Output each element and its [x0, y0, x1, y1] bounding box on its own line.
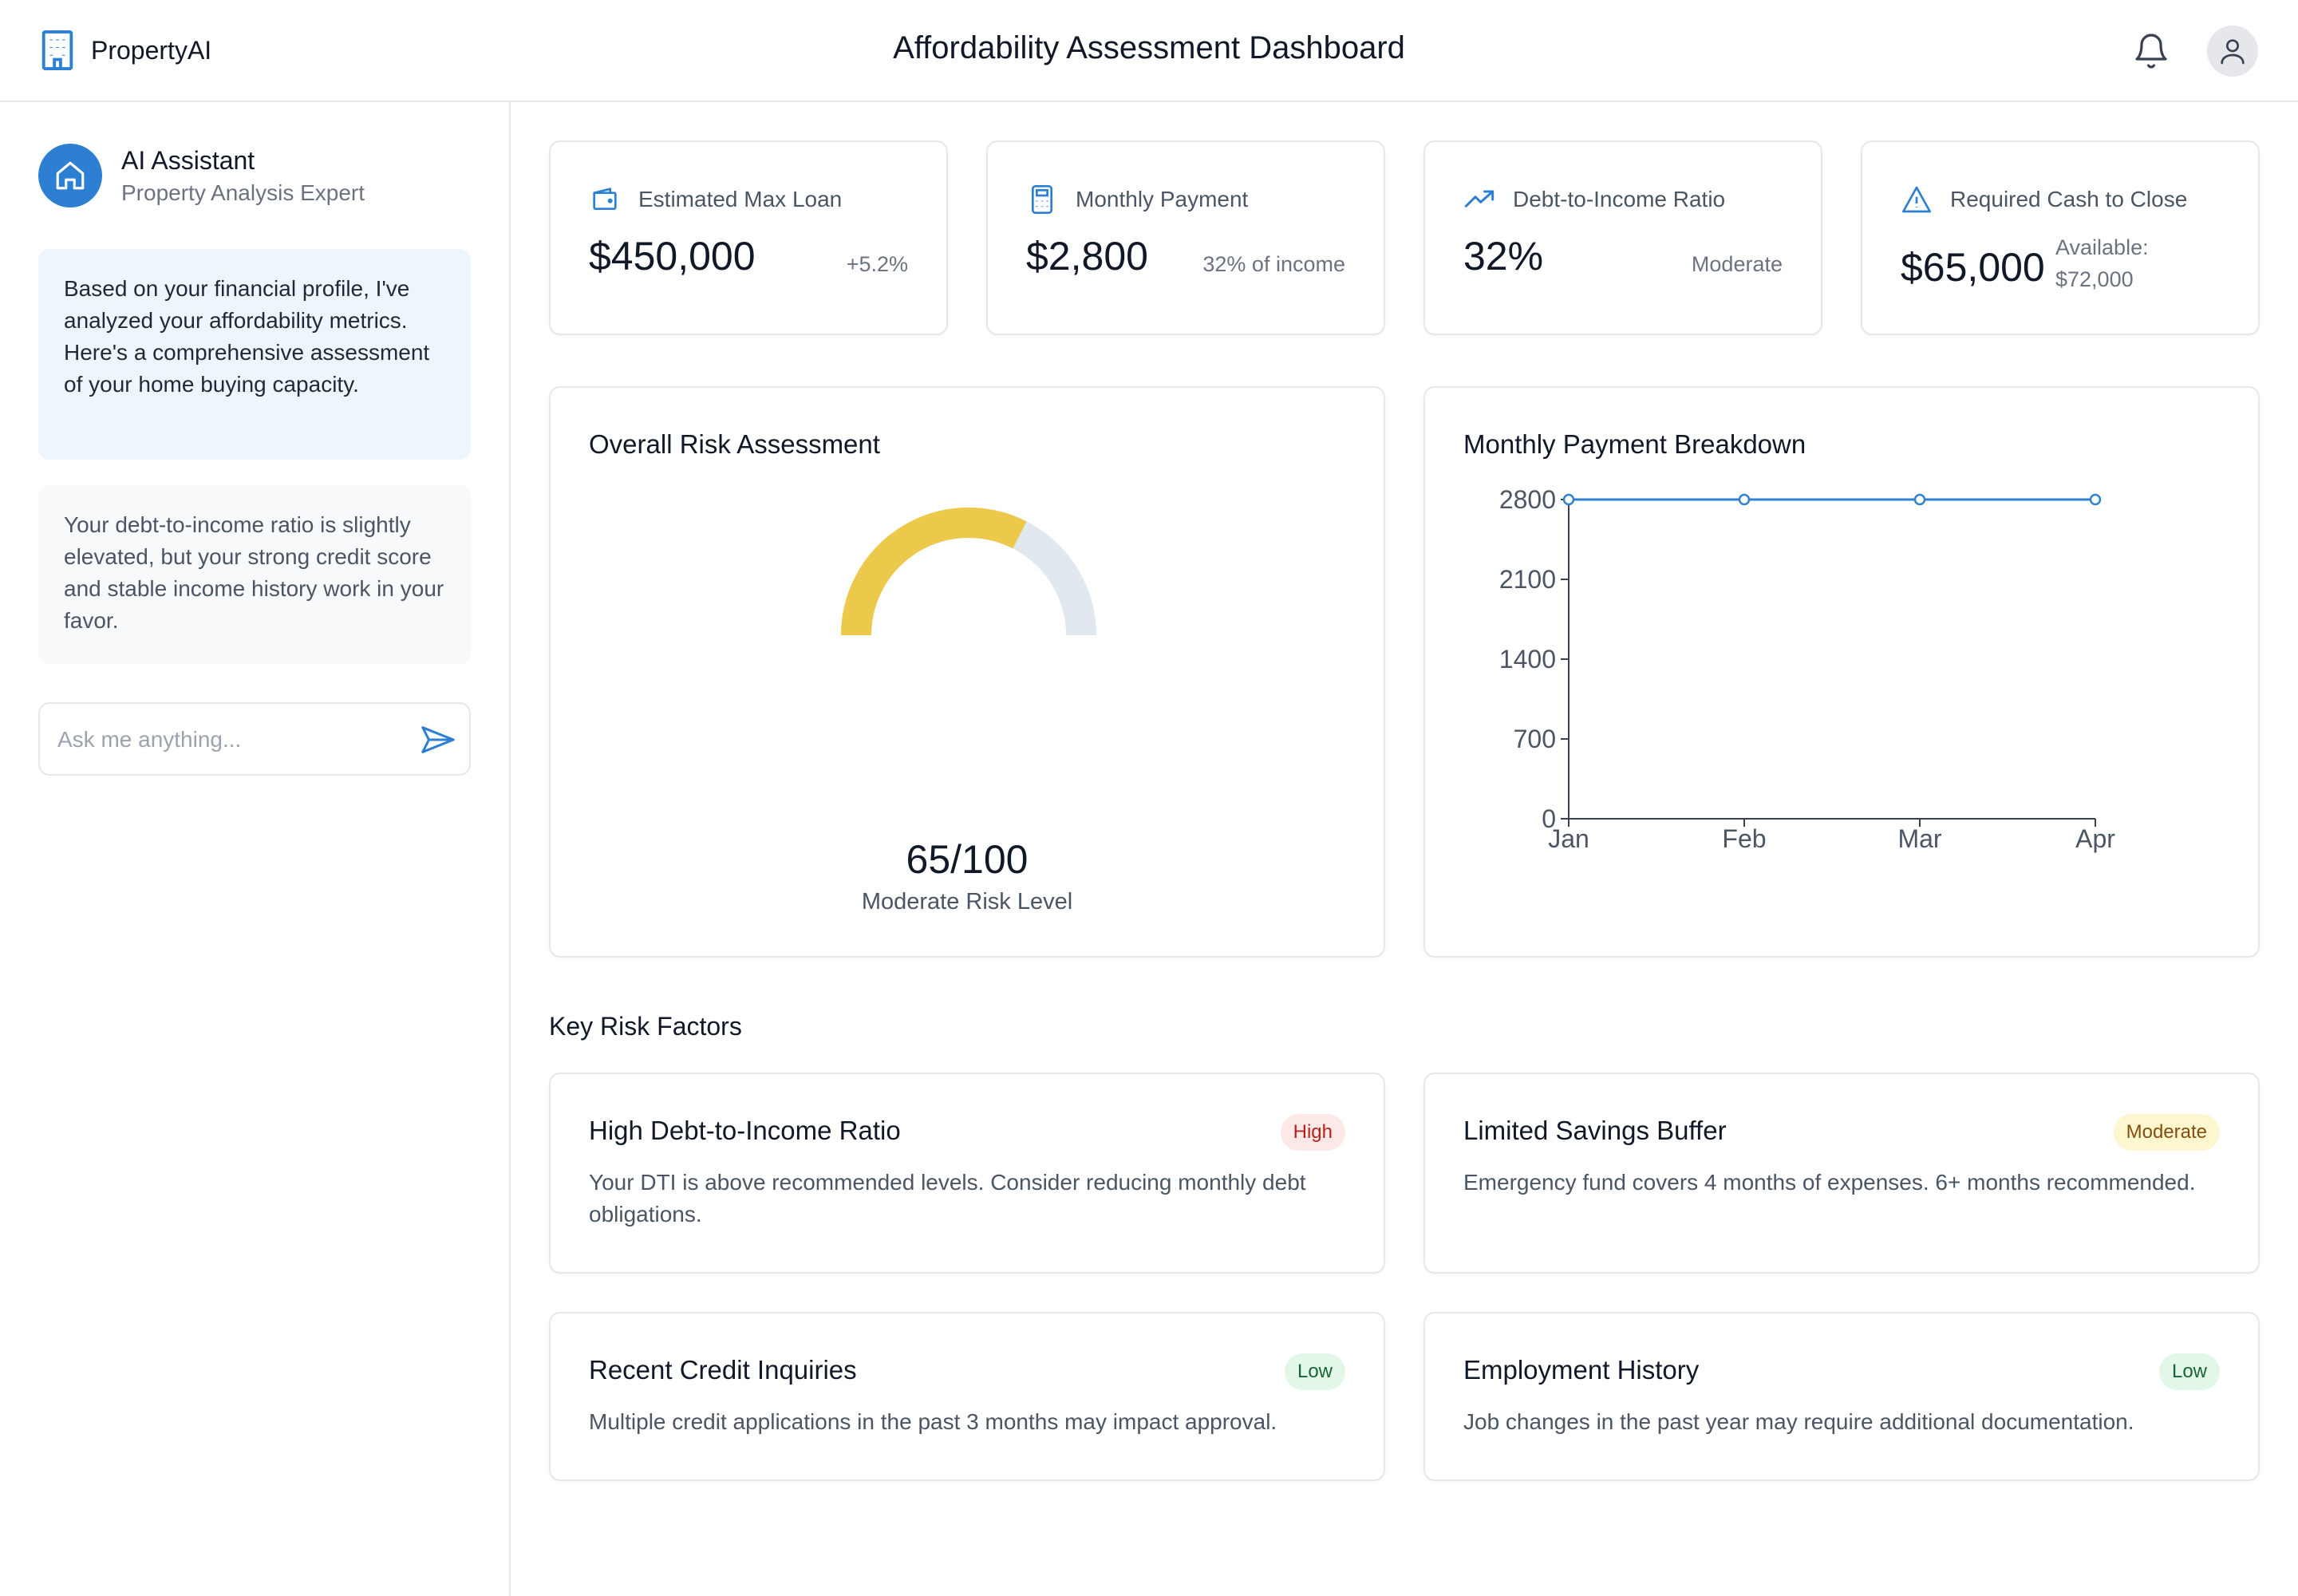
stat-label: Required Cash to Close — [1950, 187, 2188, 211]
stat-label: Monthly Payment — [1076, 187, 1249, 211]
stat-note: Available: $72,000 — [2055, 235, 2149, 291]
risk-description: Your DTI is above recommended levels. Co… — [589, 1170, 1306, 1227]
risk-assessment-panel: Overall Risk Assessment 65/100 Moderate … — [549, 386, 1385, 958]
x-tick-label: Apr — [2075, 824, 2115, 853]
risk-title: Limited Savings Buffer — [1463, 1116, 1727, 1145]
risk-description: Emergency fund covers 4 months of expens… — [1463, 1170, 2196, 1195]
stat-card-max-loan: Estimated Max Loan $450,000 +5.2% — [549, 140, 948, 335]
user-icon — [2221, 39, 2245, 65]
data-point[interactable] — [2089, 493, 2102, 506]
risk-title: Employment History — [1463, 1355, 1700, 1385]
stat-note: Moderate — [1691, 252, 1783, 276]
stat-note: 32% of income — [1202, 252, 1345, 276]
bell-icon[interactable] — [2132, 32, 2170, 70]
y-tick-label: 1400 — [1499, 645, 1556, 674]
chat-input[interactable] — [57, 720, 409, 760]
risk-badge-low: Low — [2158, 1353, 2220, 1390]
risk-badge-high: High — [1280, 1114, 1345, 1151]
ai-assistant-sidebar: AI Assistant Property Analysis Expert Ba… — [0, 102, 511, 1596]
risk-title: High Debt-to-Income Ratio — [589, 1116, 901, 1145]
home-icon — [56, 161, 85, 190]
data-point[interactable] — [1913, 493, 1926, 506]
risk-description: Job changes in the past year may require… — [1463, 1409, 2134, 1434]
x-tick-label: Feb — [1722, 824, 1766, 853]
risk-level: Moderate Risk Level — [861, 889, 1073, 915]
y-tick-label: 2100 — [1499, 565, 1556, 594]
section-title: Key Risk Factors — [549, 1012, 742, 1041]
y-tick-label: 2800 — [1499, 485, 1556, 514]
chat-input-box — [38, 702, 471, 776]
risk-factor-card: Limited Savings Buffer Moderate Emergenc… — [1423, 1073, 2260, 1274]
assistant-role: Property Analysis Expert — [121, 180, 365, 205]
x-tick-label: Mar — [1897, 824, 1941, 853]
risk-score: 65/100 — [906, 837, 1029, 882]
send-icon[interactable] — [420, 721, 456, 758]
stat-value: $65,000 — [1901, 245, 2045, 290]
stat-value: 32% — [1463, 234, 1544, 279]
stat-card-monthly-payment: Monthly Payment $2,800 32% of income — [986, 140, 1385, 335]
trending-up-icon — [1464, 190, 1494, 207]
stat-label: Debt-to-Income Ratio — [1513, 187, 1726, 211]
stat-value: $2,800 — [1026, 234, 1148, 279]
brand-name: PropertyAI — [91, 35, 212, 65]
y-tick-label: 700 — [1514, 725, 1556, 753]
payment-breakdown-panel: Monthly Payment Breakdown 0 700 1400 2100 28… — [1423, 386, 2260, 958]
building-icon — [40, 30, 75, 70]
risk-factor-card: Employment History Low Job changes in th… — [1423, 1312, 2260, 1481]
stat-card-dti: Debt-to-Income Ratio 32% Moderate — [1423, 140, 1822, 335]
line-chart: 0700140021002800Jan Feb Mar Apr — [1499, 485, 2115, 853]
risk-description: Multiple credit applications in the past… — [589, 1409, 1277, 1434]
data-point[interactable] — [1562, 493, 1575, 506]
brand[interactable]: PropertyAI — [40, 30, 211, 70]
data-point[interactable] — [1738, 493, 1751, 506]
panel-title: Overall Risk Assessment — [589, 429, 880, 459]
alert-triangle-icon — [1902, 186, 1931, 213]
user-avatar[interactable] — [2207, 26, 2258, 77]
assistant-header: AI Assistant Property Analysis Expert — [38, 144, 365, 207]
calculator-icon — [1032, 185, 1052, 214]
risk-factor-card: Recent Credit Inquiries Low Multiple cre… — [549, 1312, 1385, 1481]
page-title: Affordability Assessment Dashboard — [893, 30, 1405, 65]
assistant-avatar — [38, 144, 102, 207]
risk-badge-low: Low — [1284, 1353, 1345, 1390]
stat-card-cash-to-close: Required Cash to Close $65,000 Available… — [1861, 140, 2260, 335]
stat-label: Estimated Max Loan — [638, 187, 843, 211]
top-header: PropertyAI Affordability Assessment Dash… — [0, 0, 2298, 102]
risk-factor-card: High Debt-to-Income Ratio High Your DTI … — [549, 1073, 1385, 1274]
risk-gauge — [841, 508, 1096, 651]
risk-title: Recent Credit Inquiries — [589, 1355, 857, 1385]
assistant-message: Your debt-to-income ratio is slightly el… — [38, 485, 471, 664]
gauge-fill — [841, 508, 1027, 636]
risk-badge-moderate: Moderate — [2113, 1114, 2220, 1151]
x-tick-label: Jan — [1548, 824, 1589, 853]
assistant-message: Based on your financial profile, I've an… — [38, 249, 471, 460]
stat-value: $450,000 — [589, 234, 756, 279]
assistant-name: AI Assistant — [121, 145, 255, 175]
wallet-icon — [593, 188, 617, 210]
stat-change: +5.2% — [846, 252, 908, 276]
